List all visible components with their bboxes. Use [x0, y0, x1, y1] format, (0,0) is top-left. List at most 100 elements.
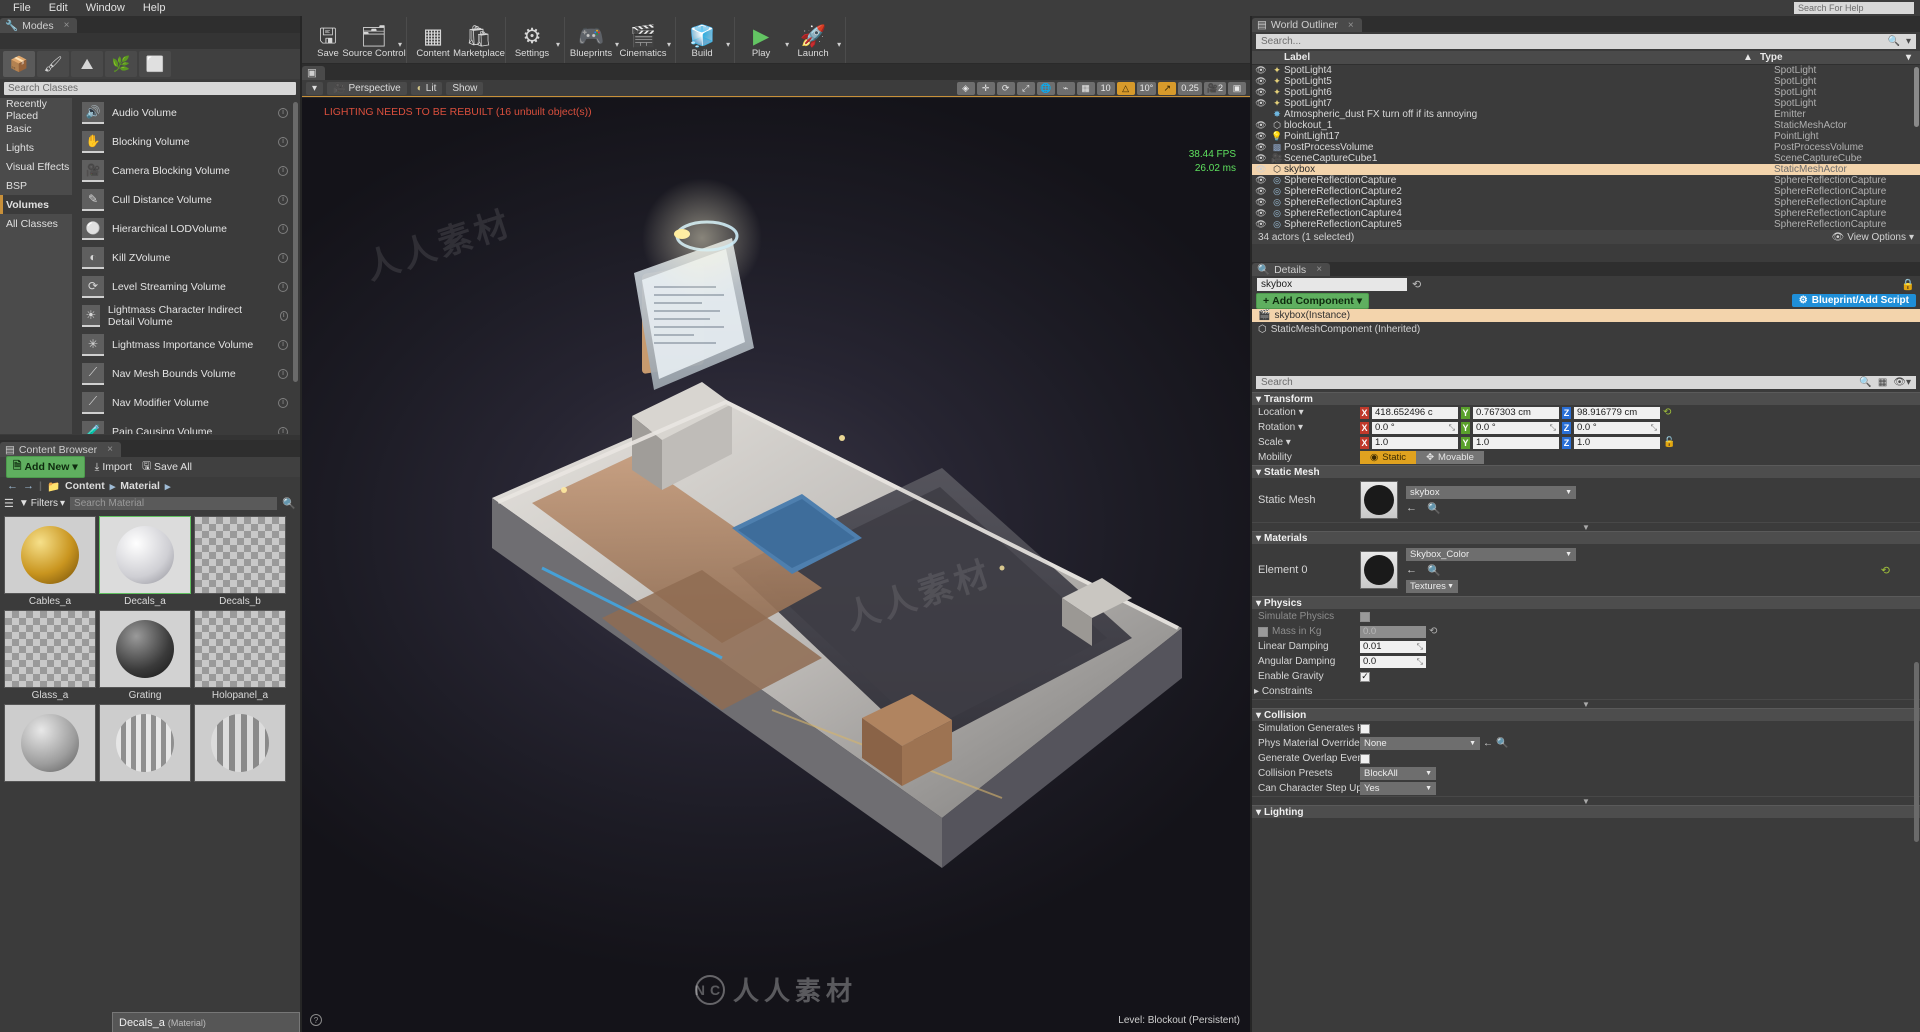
scale-z-input[interactable]: 1.0: [1574, 436, 1660, 449]
maximize-icon[interactable]: ▣: [1228, 81, 1246, 95]
lock-ratio-icon[interactable]: 🔓: [1663, 437, 1675, 448]
reset-icon[interactable]: ⟲: [1663, 407, 1671, 418]
enable-gravity-checkbox[interactable]: ✓: [1360, 671, 1370, 682]
asset-cell[interactable]: Holopanel_a: [194, 610, 286, 701]
class-list-scrollbar[interactable]: [293, 102, 298, 382]
linear-damping-input[interactable]: 0.01 ⤡: [1360, 640, 1426, 653]
component-row-staticmesh[interactable]: ⬡ StaticMeshComponent (Inherited): [1252, 322, 1920, 337]
info-icon[interactable]: i: [278, 368, 288, 379]
info-icon[interactable]: i: [278, 397, 288, 408]
collapse-physics[interactable]: ▼: [1252, 699, 1920, 709]
category-all-classes[interactable]: All Classes: [0, 214, 72, 233]
location-z-input[interactable]: 98.916779 cm: [1574, 406, 1660, 419]
asset-search-input[interactable]: Search Material: [70, 497, 278, 510]
grid-snap-icon[interactable]: ▦: [1076, 81, 1095, 95]
chevron-down-icon[interactable]: ▾: [556, 40, 560, 63]
class-item[interactable]: ⟳ Level Streaming Volume i: [72, 272, 300, 301]
overlap-events-checkbox[interactable]: [1360, 753, 1370, 764]
chevron-down-icon[interactable]: ▾: [398, 40, 402, 63]
content-button[interactable]: ▦ Content: [411, 22, 455, 63]
class-item[interactable]: ✳ Lightmass Importance Volume i: [72, 330, 300, 359]
outliner-row[interactable]: 👁 ◎ SphereReflectionCapture3 SphereReflecti…: [1252, 197, 1920, 208]
visibility-eye-icon[interactable]: 👁: [1252, 87, 1270, 98]
surface-snap-icon[interactable]: ⌁: [1056, 81, 1075, 95]
close-icon[interactable]: ×: [1348, 20, 1354, 31]
outliner-row[interactable]: 👁 ✦ SpotLight4 SpotLight: [1252, 65, 1920, 76]
collision-presets-dropdown[interactable]: BlockAll ▼: [1360, 767, 1436, 780]
outliner-row[interactable]: 👁 ◎ SphereReflectionCapture5 SphereReflecti…: [1252, 219, 1920, 230]
asset-thumbnail[interactable]: [4, 516, 96, 594]
asset-cell[interactable]: Decals_a: [99, 516, 191, 607]
asset-cell[interactable]: Cables_a: [4, 516, 96, 607]
landscape-mode-icon[interactable]: ⛰: [71, 51, 103, 77]
add-new-button[interactable]: 🗎 Add New ▾: [6, 456, 85, 478]
collapse-collision[interactable]: ▼: [1252, 796, 1920, 806]
rotation-x-input[interactable]: 0.0 ° ⤡: [1372, 421, 1458, 434]
outliner-view-options-button[interactable]: 👁 View Options ▾: [1832, 232, 1914, 243]
launch-button[interactable]: 🚀 Launch: [791, 22, 835, 63]
info-icon[interactable]: i: [278, 339, 288, 350]
asset-cell[interactable]: Decals_b: [194, 516, 286, 607]
outliner-row[interactable]: 👁 ◎ SphereReflectionCapture2 SphereReflecti…: [1252, 186, 1920, 197]
info-icon[interactable]: i: [278, 426, 288, 434]
outliner-row[interactable]: 👁 ◎ SphereReflectionCapture SphereReflectio…: [1252, 175, 1920, 186]
material-dropdown[interactable]: Skybox_Color ▼: [1406, 547, 1576, 561]
section-static-mesh[interactable]: ▾ Static Mesh: [1252, 465, 1920, 478]
simulate-physics-checkbox[interactable]: [1360, 611, 1370, 622]
asset-thumbnail[interactable]: [99, 704, 191, 782]
rotation-y-input[interactable]: 0.0 ° ⤡: [1473, 421, 1559, 434]
chevron-down-icon[interactable]: ▾: [785, 40, 789, 63]
hit-events-checkbox[interactable]: [1360, 723, 1370, 734]
reset-icon[interactable]: ⟲: [1881, 564, 1890, 577]
chevron-down-icon[interactable]: ▾: [726, 40, 730, 63]
visibility-eye-icon[interactable]: 👁: [1252, 164, 1270, 175]
asset-cell[interactable]: Glass_a: [4, 610, 96, 701]
rotation-snap-value[interactable]: 10°: [1136, 81, 1157, 95]
browse-to-asset-icon[interactable]: 🔍: [1427, 564, 1441, 577]
tab-viewport[interactable]: ▣: [302, 66, 325, 80]
add-component-button[interactable]: + Add Component ▾: [1256, 292, 1370, 309]
location-x-input[interactable]: 418.652496 c: [1372, 406, 1458, 419]
outliner-row[interactable]: ✸ Atmospheric_dust FX turn off if its ann…: [1252, 109, 1920, 120]
class-item[interactable]: ✋ Blocking Volume i: [72, 127, 300, 156]
close-icon[interactable]: ×: [107, 444, 113, 455]
asset-thumbnail[interactable]: [194, 516, 286, 594]
viewport-options-icon[interactable]: ▾: [306, 81, 324, 95]
spinner-icon[interactable]: ⤡: [1651, 423, 1657, 433]
outliner-row[interactable]: 👁 🎥 SceneCaptureCube1 SceneCaptureCube: [1252, 153, 1920, 164]
grid-size-value[interactable]: 10: [1096, 81, 1115, 95]
play-button[interactable]: ▶ Play: [739, 22, 783, 63]
filters-button[interactable]: ▼ Filters ▾: [19, 498, 65, 509]
settings-button[interactable]: ⚙ Settings: [510, 22, 554, 63]
menu-file[interactable]: File: [4, 1, 40, 15]
details-search-input[interactable]: Search 🔍 ▦ 👁▾: [1256, 376, 1916, 389]
class-item[interactable]: 🧪 Pain Causing Volume i: [72, 417, 300, 434]
category-lights[interactable]: Lights: [0, 138, 72, 157]
outliner-filter-icon[interactable]: ▾: [1906, 36, 1911, 47]
chevron-down-icon[interactable]: ▾: [615, 40, 619, 63]
info-icon[interactable]: i: [278, 252, 288, 263]
static-mesh-thumbnail[interactable]: [1360, 481, 1398, 519]
chevron-down-icon[interactable]: ▾: [837, 40, 841, 63]
search-icon[interactable]: 🔍: [1888, 36, 1900, 47]
scale-y-input[interactable]: 1.0: [1473, 436, 1559, 449]
asset-thumbnail[interactable]: [4, 704, 96, 782]
outliner-row[interactable]: 👁 ▩ PostProcessVolume PostProcessVolume: [1252, 142, 1920, 153]
info-icon[interactable]: i: [278, 281, 288, 292]
spinner-icon[interactable]: ⤡: [1417, 642, 1423, 652]
asset-thumbnail[interactable]: [194, 704, 286, 782]
step-up-dropdown[interactable]: Yes ▼: [1360, 782, 1436, 795]
use-selected-asset-icon[interactable]: ←: [1406, 564, 1417, 577]
rotation-z-input[interactable]: 0.0 ° ⤡: [1574, 421, 1660, 434]
category-bsp[interactable]: BSP: [0, 176, 72, 195]
class-item[interactable]: ◐ Kill ZVolume i: [72, 243, 300, 272]
material-thumbnail[interactable]: [1360, 551, 1398, 589]
info-icon[interactable]: i: [278, 136, 288, 147]
scale-snap-value[interactable]: 0.25: [1178, 81, 1202, 95]
section-physics[interactable]: ▾ Physics: [1252, 596, 1920, 609]
outliner-search-input[interactable]: Search... 🔍 ▾: [1256, 34, 1916, 49]
geometry-mode-icon[interactable]: ⬜: [139, 51, 171, 77]
info-icon[interactable]: i: [278, 107, 288, 118]
search-icon[interactable]: 🔍: [282, 497, 296, 510]
translate-icon[interactable]: ✛: [976, 81, 995, 95]
